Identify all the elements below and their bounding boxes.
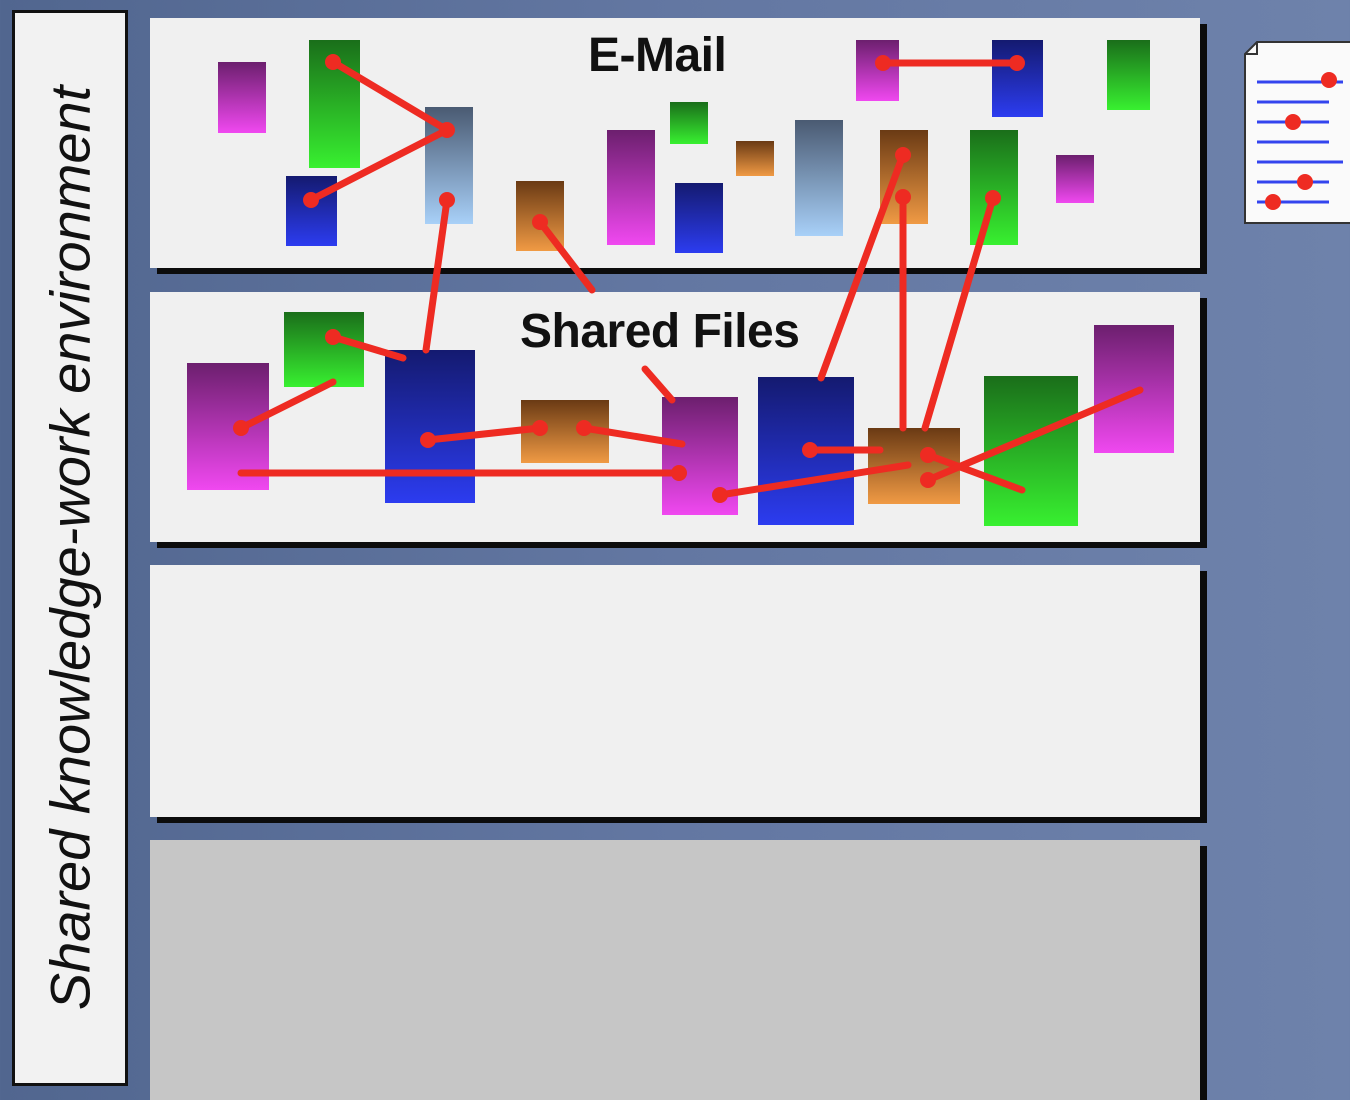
blue-object-block [992,40,1043,117]
purple-object-block [607,130,655,245]
link-endpoint-dot [420,432,436,448]
link-endpoint-dot [532,214,548,230]
link-endpoint-dot [802,442,818,458]
orange-object-block [736,141,774,176]
link-endpoint-dot [303,192,319,208]
link-endpoint-dot [712,487,728,503]
green-object-block [284,312,364,387]
link-endpoint-dot [233,420,249,436]
purple-object-block [218,62,266,133]
link-endpoint-dot [439,192,455,208]
blue-object-block [385,350,475,503]
link-endpoint-dot [895,189,911,205]
purple-object-block [856,40,899,101]
link-endpoint-dot [875,55,891,71]
green-object-block [970,130,1018,245]
object-diagram [187,40,1174,526]
link-endpoint-dot [671,465,687,481]
link-endpoint-dot [895,147,911,163]
green-object-block [1107,40,1150,110]
purple-object-block [1056,155,1094,203]
link-endpoint-dot [1009,55,1025,71]
link-line [641,365,676,404]
link-endpoint-dot [920,472,936,488]
blue-object-block [286,176,337,246]
link-line [921,194,997,432]
link-endpoint-dot [576,420,592,436]
link-endpoint-dot [325,329,341,345]
document-icon [1244,41,1350,224]
link-endpoint-dot [985,190,1001,206]
green-object-block [670,102,708,144]
link-endpoint-dot [325,54,341,70]
link-endpoint-dot [532,420,548,436]
link-endpoint-dot [439,122,455,138]
link-endpoint-dot [920,447,936,463]
steel-object-block [795,120,843,236]
blue-object-block [675,183,723,253]
link-line [536,218,596,294]
